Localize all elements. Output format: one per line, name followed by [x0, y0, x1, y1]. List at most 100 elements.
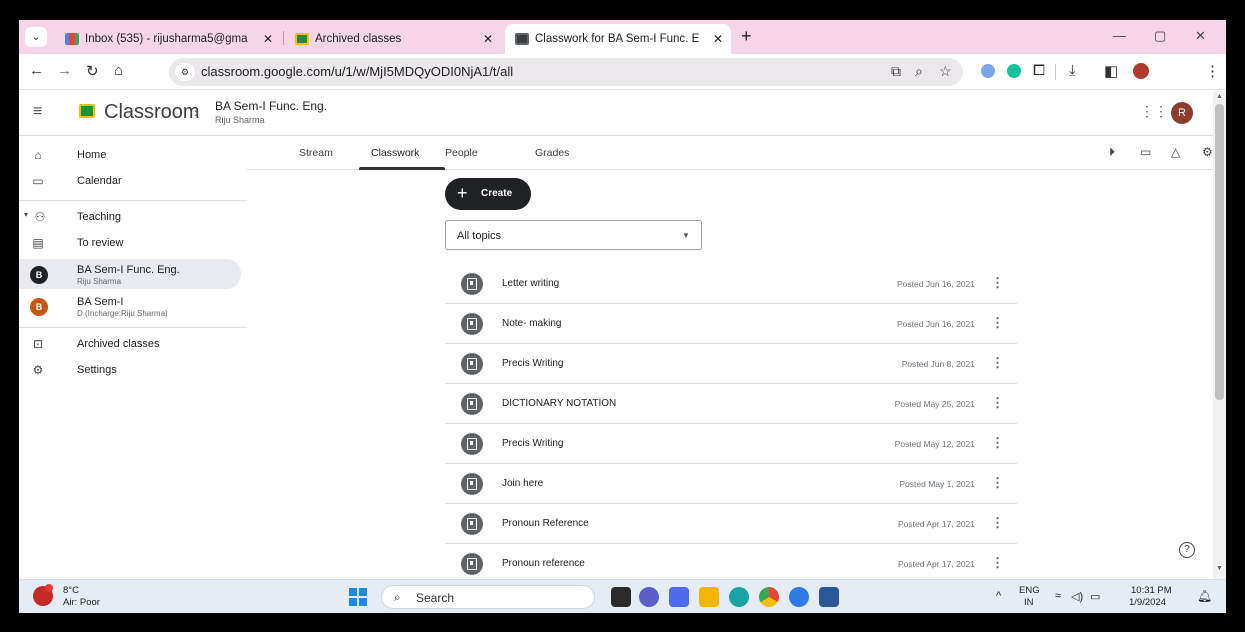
profile-icon[interactable]: [1133, 63, 1149, 79]
account-avatar[interactable]: R: [1171, 102, 1193, 124]
classroom-icon: [515, 33, 529, 45]
new-tab-button[interactable]: +: [741, 26, 752, 47]
language-bottom[interactable]: IN: [1024, 597, 1034, 608]
expand-arrow-icon[interactable]: ▾: [21, 210, 31, 219]
download-icon[interactable]: ⤓: [1069, 62, 1076, 79]
forward-icon[interactable]: →: [57, 62, 72, 79]
zoom-icon[interactable]: ⌕: [915, 63, 923, 80]
tab-stream[interactable]: Stream: [299, 147, 333, 159]
sidebar-item-class-ba-sem-i-func-eng[interactable]: B BA Sem-I Func. Eng. Riju Sharma: [19, 259, 241, 289]
browser-toolbar: ← → ↻ ⌂ ⚙ classroom.google.com/u/1/w/MjI…: [19, 54, 1226, 90]
calendar-icon[interactable]: ▭: [1140, 145, 1151, 159]
address-bar[interactable]: ⚙ classroom.google.com/u/1/w/MjI5MDQyODI…: [169, 58, 963, 86]
site-info-icon[interactable]: ⚙: [175, 63, 195, 81]
clock-time[interactable]: 10:31 PM: [1131, 585, 1172, 596]
assignment-row[interactable]: DICTIONARY NOTATION Posted May 25, 2021 …: [445, 384, 1017, 424]
close-icon[interactable]: ✕: [263, 32, 273, 46]
weather-temp[interactable]: 8°C: [63, 585, 79, 596]
minimize-button[interactable]: —: [1113, 28, 1126, 43]
more-options-icon[interactable]: ⋮: [991, 275, 1004, 291]
class-name[interactable]: BA Sem-I Func. Eng.: [215, 99, 327, 113]
battery-icon[interactable]: ▭: [1090, 590, 1100, 603]
more-options-icon[interactable]: ⋮: [991, 555, 1004, 571]
sidepanel-icon[interactable]: ◧: [1104, 62, 1118, 80]
language-top[interactable]: ENG: [1019, 585, 1040, 596]
meet-icon[interactable]: ⏵: [1109, 145, 1115, 160]
drive-icon[interactable]: △: [1171, 145, 1180, 159]
create-button[interactable]: + Create: [445, 178, 531, 210]
gear-icon[interactable]: ⚙: [1202, 145, 1213, 159]
more-options-icon[interactable]: ⋮: [991, 315, 1004, 331]
sidebar-item-to-review[interactable]: ▤ To review: [19, 228, 241, 258]
back-icon[interactable]: ←: [29, 62, 44, 79]
tab-search-button[interactable]: ⌄: [25, 27, 47, 47]
app-title[interactable]: Classroom: [104, 101, 200, 124]
assignment-row[interactable]: Precis Writing Posted Jun 8, 2021 ⋮: [445, 344, 1017, 384]
start-button[interactable]: [349, 588, 367, 606]
assignment-row[interactable]: Precis Writing Posted May 12, 2021 ⋮: [445, 424, 1017, 464]
chrome-icon[interactable]: [759, 587, 779, 607]
scroll-down-arrow-icon[interactable]: ▼: [1216, 565, 1223, 572]
tab-grades[interactable]: Grades: [535, 147, 569, 159]
class-avatar: B: [30, 298, 48, 316]
assignment-row[interactable]: Letter writing Posted Jun 16, 2021 ⋮: [445, 264, 1017, 304]
search-icon: ⌕: [394, 590, 401, 604]
puzzle-icon[interactable]: ⧠: [1033, 62, 1045, 79]
volume-icon[interactable]: ◁): [1071, 590, 1083, 603]
more-options-icon[interactable]: ⋮: [991, 515, 1004, 531]
edge-icon[interactable]: [729, 587, 749, 607]
tab-people[interactable]: People: [445, 147, 478, 159]
home-icon[interactable]: ⌂: [114, 62, 123, 79]
close-icon[interactable]: ✕: [483, 32, 493, 46]
restore-button[interactable]: ▢: [1154, 28, 1166, 44]
close-window-button[interactable]: ✕: [1195, 28, 1206, 44]
sidebar-item-calendar[interactable]: ▭ Calendar: [19, 166, 241, 196]
weather-desc[interactable]: Air: Poor: [63, 597, 100, 608]
tab-classwork[interactable]: Classwork for BA Sem-I Func. E ✕: [505, 24, 731, 54]
tab-archived-classes[interactable]: Archived classes ✕: [285, 24, 501, 54]
taskbar-search[interactable]: ⌕ Search: [381, 585, 595, 609]
tab-title: Archived classes: [315, 33, 402, 45]
assignment-row[interactable]: Pronoun reference Posted Apr 17, 2021 ⋮: [445, 544, 1017, 579]
task-view-icon[interactable]: [611, 587, 631, 607]
chat-icon[interactable]: [639, 587, 659, 607]
close-icon[interactable]: ✕: [713, 32, 723, 46]
grammarly-icon[interactable]: [1007, 64, 1021, 78]
word-icon[interactable]: [819, 587, 839, 607]
star-icon[interactable]: ☆: [939, 63, 952, 80]
assignment-row[interactable]: Join here Posted May 1, 2021 ⋮: [445, 464, 1017, 504]
more-options-icon[interactable]: ⋮: [991, 435, 1004, 451]
notification-bell-icon[interactable]: 🔔︎: [1197, 589, 1212, 603]
page-scrollbar[interactable]: ▲ ▼: [1213, 91, 1226, 579]
clock-date[interactable]: 1/9/2024: [1129, 597, 1166, 608]
weather-icon[interactable]: [33, 584, 53, 606]
file-explorer-icon[interactable]: [699, 587, 719, 607]
assignment-row[interactable]: Note- making Posted Jun 16, 2021 ⋮: [445, 304, 1017, 344]
more-options-icon[interactable]: ⋮: [991, 355, 1004, 371]
sidebar-item-settings[interactable]: ⚙ Settings: [19, 355, 241, 385]
posted-date: Posted Apr 17, 2021: [897, 519, 975, 529]
more-options-icon[interactable]: ⋮: [991, 395, 1004, 411]
copilot-icon[interactable]: [789, 587, 809, 607]
classroom-logo[interactable]: [79, 104, 95, 118]
tray-expand-icon[interactable]: ^: [996, 590, 1001, 602]
meet-app-icon[interactable]: [669, 587, 689, 607]
extension-icon[interactable]: [981, 64, 995, 78]
scroll-up-arrow-icon[interactable]: ▲: [1216, 93, 1223, 100]
tab-gmail[interactable]: Inbox (535) - rijusharma5@gma ✕: [55, 24, 281, 54]
tab-classwork[interactable]: Classwork: [371, 147, 419, 159]
more-options-icon[interactable]: ⋮: [991, 475, 1004, 491]
scrollbar-thumb[interactable]: [1215, 104, 1224, 400]
url-text[interactable]: classroom.google.com/u/1/w/MjI5MDQyODI0N…: [201, 64, 513, 79]
wifi-icon[interactable]: ≈: [1055, 590, 1061, 602]
calendar-icon: ▭: [32, 174, 44, 188]
cast-icon[interactable]: ⧉: [891, 63, 901, 80]
assignment-row[interactable]: Pronoun Reference Posted Apr 17, 2021 ⋮: [445, 504, 1017, 544]
help-icon[interactable]: ?: [1179, 542, 1195, 558]
topic-filter-select[interactable]: All topics ▼: [445, 220, 702, 250]
main-menu-icon[interactable]: ≡: [33, 103, 42, 121]
menu-icon[interactable]: ⋮: [1205, 62, 1220, 80]
posted-date: Posted Apr 17, 2021: [897, 559, 975, 569]
reload-icon[interactable]: ↻: [86, 62, 99, 80]
sidebar-item-class-ba-sem-i[interactable]: B BA Sem-I D (Incharge:Riju Sharma): [19, 291, 241, 321]
